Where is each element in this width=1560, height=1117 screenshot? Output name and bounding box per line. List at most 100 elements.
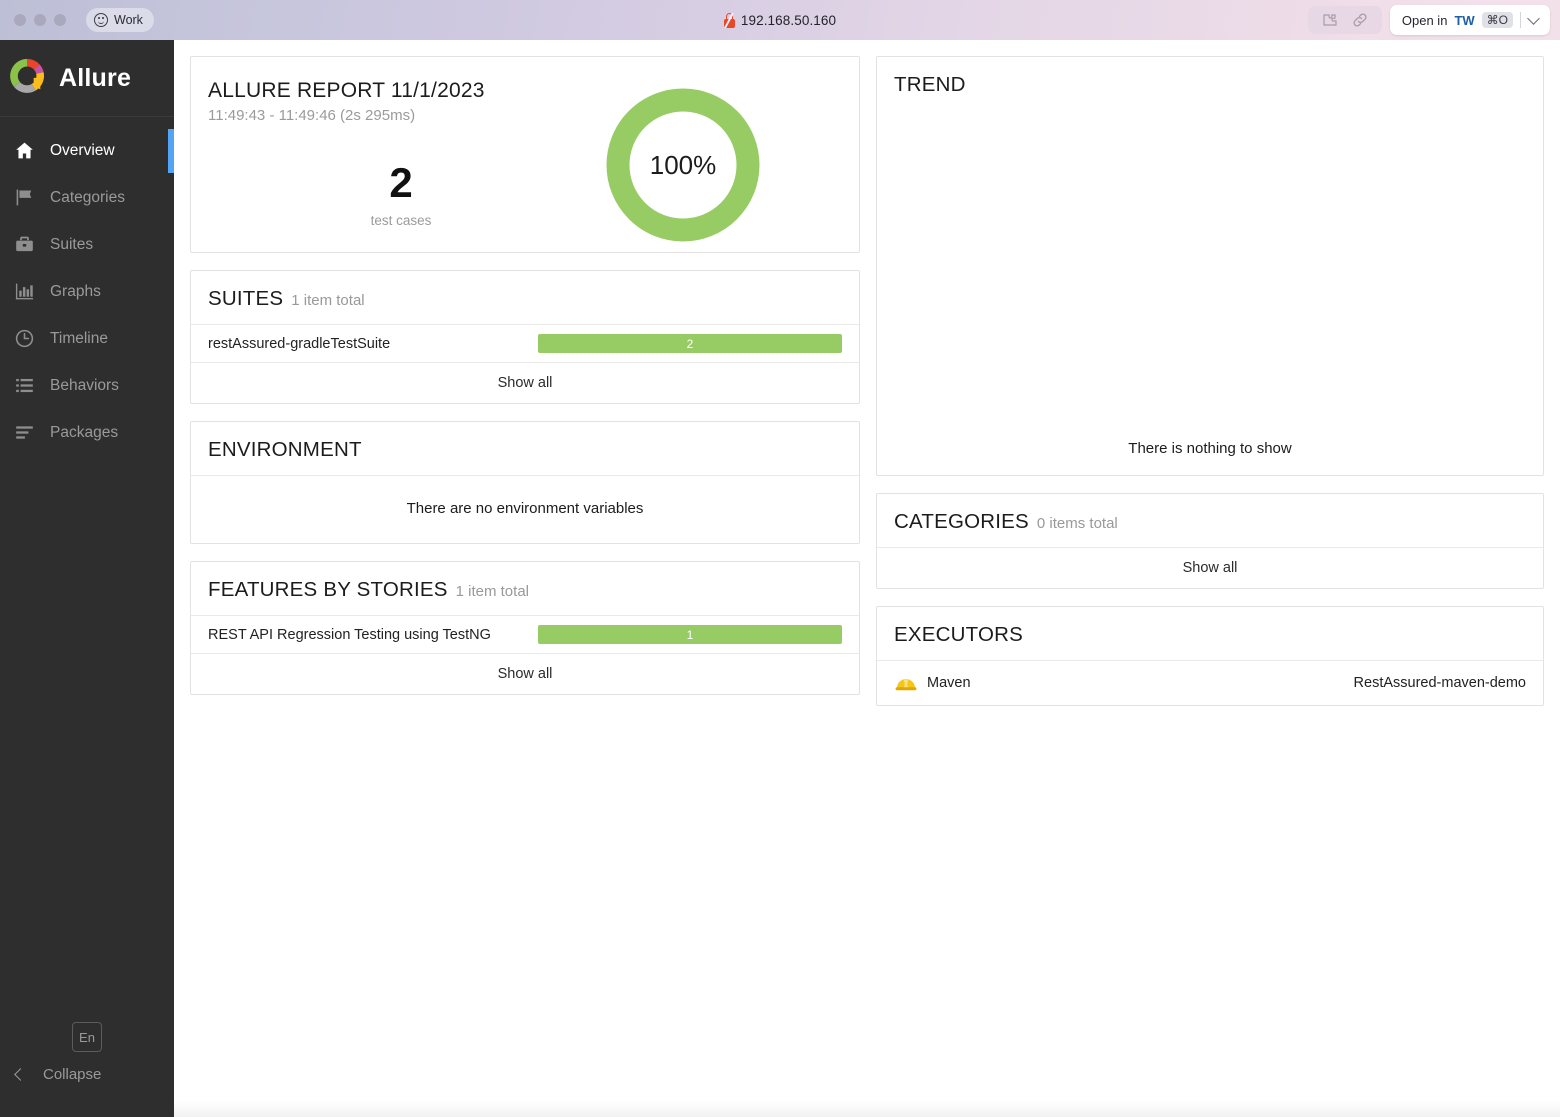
environment-empty-message: There are no environment variables [406,500,644,517]
environment-title: ENVIRONMENT [208,438,362,461]
features-by-stories-card: FEATURES BY STORIES 1 item total REST AP… [190,561,860,695]
lines-icon [13,422,35,444]
window-controls[interactable] [0,14,66,26]
right-column: TREND There is nothing to show CATEGORIE… [876,56,1544,723]
close-window-button[interactable] [14,14,26,26]
environment-body: There are no environment variables [191,475,859,543]
sidebar-item-graphs[interactable]: Graphs [0,268,174,315]
suites-show-all-button[interactable]: Show all [191,363,859,403]
feature-name: REST API Regression Testing using TestNG [208,626,491,643]
sidebar-item-overview[interactable]: Overview [0,127,174,174]
suites-body: restAssured-gradleTestSuite 2 Show all [191,324,859,403]
home-icon [13,140,35,162]
sidebar-item-label: Timeline [50,329,108,347]
collapse-label: Collapse [43,1066,102,1083]
profile-tab-label: Work [114,13,143,27]
collapse-button[interactable]: Collapse [0,1066,174,1083]
sidebar-item-timeline[interactable]: Timeline [0,315,174,362]
puzzle-icon[interactable] [1322,12,1338,28]
sidebar-item-label: Graphs [50,282,101,300]
toolbar-right-group: Open in TW ⌘O [1307,0,1550,40]
features-title: FEATURES BY STORIES [208,578,448,601]
table-row[interactable]: restAssured-gradleTestSuite 2 [191,325,859,363]
trend-title: TREND [894,73,966,96]
pass-rate-donut[interactable]: 100% [603,85,763,245]
sidebar-footer: En Collapse [0,1022,174,1117]
profile-tab-work[interactable]: Work [86,8,154,32]
main-content: ALLURE REPORT 11/1/2023 11:49:43 - 11:49… [174,40,1560,1117]
briefcase-icon [13,234,35,256]
maximize-window-button[interactable] [54,14,66,26]
brand-header[interactable]: Allure [0,40,174,117]
allure-donut-logo [8,57,46,100]
categories-title: CATEGORIES [894,510,1029,533]
insecure-lock-icon [723,12,735,28]
executor-name: Maven [927,675,971,691]
test-cases-count: 2 [389,159,413,206]
suites-subtitle: 1 item total [291,292,365,309]
list-item[interactable]: Maven RestAssured-maven-demo [877,661,1543,705]
sidebar-item-label: Overview [50,141,115,159]
tw-app-badge: TW [1454,12,1475,28]
open-in-label: Open in [1401,12,1448,28]
list-icon [13,375,35,397]
sidebar: Allure Overview Categories Suites Graphs… [0,40,174,1117]
categories-header: CATEGORIES 0 items total [877,494,1543,547]
features-header: FEATURES BY STORIES 1 item total [191,562,859,615]
sidebar-item-packages[interactable]: Packages [0,409,174,456]
suite-passed-bar: 2 [538,334,842,353]
minimize-window-button[interactable] [34,14,46,26]
executor-build-name: RestAssured-maven-demo [1353,675,1526,691]
brand-name: Allure [59,63,132,92]
bar-chart-icon [13,281,35,303]
executors-title: EXECUTORS [894,623,1024,646]
sidebar-nav: Overview Categories Suites Graphs Timeli… [0,117,174,456]
helmet-icon [894,672,918,694]
feature-passed-bar: 1 [538,625,842,644]
suites-title: SUITES [208,287,284,310]
categories-card: CATEGORIES 0 items total Show all [876,493,1544,589]
suites-card: SUITES 1 item total restAssured-gradleTe… [190,270,860,404]
executors-body: Maven RestAssured-maven-demo [877,660,1543,705]
table-row[interactable]: REST API Regression Testing using TestNG… [191,616,859,654]
open-in-tw-button[interactable]: Open in TW ⌘O [1389,5,1550,35]
executors-header: EXECUTORS [877,607,1543,660]
link-icon[interactable] [1352,12,1368,28]
browser-toolbar: Work 192.168.50.160 Open in TW ⌘O [0,0,1560,40]
report-summary-card: ALLURE REPORT 11/1/2023 11:49:43 - 11:49… [190,56,860,253]
sidebar-item-categories[interactable]: Categories [0,174,174,221]
chevron-left-icon [14,1068,27,1081]
keyboard-shortcut: ⌘O [1481,12,1513,28]
clock-icon [13,328,35,350]
toolbar-icons [1307,6,1382,34]
feature-bar-wrap: 1 [538,625,842,644]
environment-card: ENVIRONMENT There are no environment var… [190,421,860,544]
sidebar-item-suites[interactable]: Suites [0,221,174,268]
url-text: 192.168.50.160 [740,12,837,28]
left-column: ALLURE REPORT 11/1/2023 11:49:43 - 11:49… [190,56,860,723]
executors-card: EXECUTORS Maven RestAssured-maven-demo [876,606,1544,706]
suite-name: restAssured-gradleTestSuite [208,335,391,352]
button-divider [1520,12,1521,28]
features-show-all-button[interactable]: Show all [191,654,859,694]
flag-icon [13,187,35,209]
features-body: REST API Regression Testing using TestNG… [191,615,859,694]
suites-header: SUITES 1 item total [191,271,859,324]
sidebar-item-behaviors[interactable]: Behaviors [0,362,174,409]
categories-subtitle: 0 items total [1036,515,1118,532]
trend-empty-message: There is nothing to show [1128,440,1292,457]
categories-show-all-button[interactable]: Show all [877,548,1543,588]
pass-rate-label: 100% [649,149,717,180]
suite-bar-wrap: 2 [538,334,842,353]
environment-header: ENVIRONMENT [191,422,859,475]
language-button[interactable]: En [72,1022,102,1052]
chevron-down-icon[interactable] [1527,11,1540,25]
sidebar-item-label: Categories [50,188,125,206]
trend-card: TREND There is nothing to show [876,56,1544,476]
trend-header: TREND [877,57,1543,110]
smiley-icon [94,13,108,27]
sidebar-item-label: Packages [50,423,119,441]
test-cases-block: 2 test cases [341,159,461,229]
test-cases-label: test cases [370,213,432,228]
categories-body: Show all [877,547,1543,588]
